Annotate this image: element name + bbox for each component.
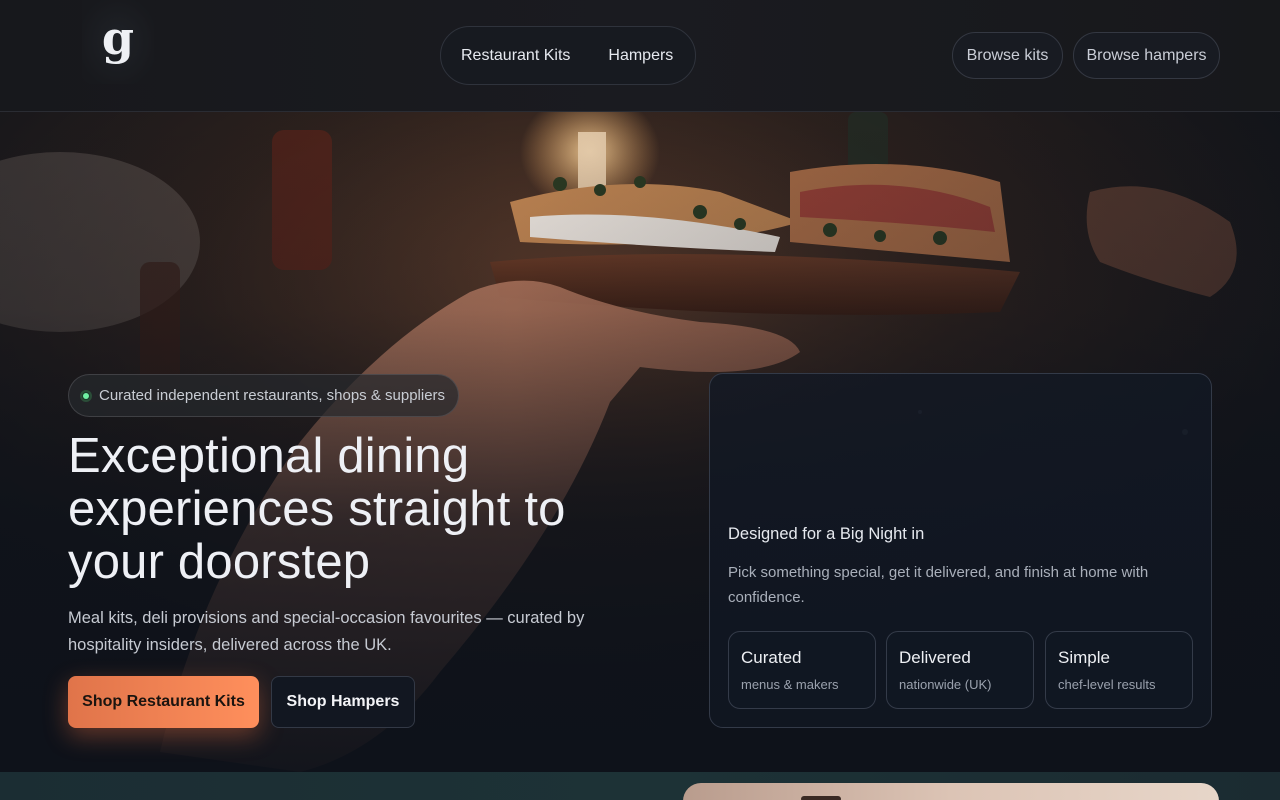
hero-subtitle: Meal kits, deli provisions and special-o… (68, 609, 585, 654)
status-dot-icon (80, 390, 92, 402)
next-section-image (683, 783, 1219, 800)
curated-badge: Curated independent restaurants, shops &… (68, 374, 460, 417)
stat-simple: Simple chef-level results (1045, 631, 1193, 709)
hero-title: Exceptional dining experiences straight … (68, 429, 566, 589)
stat-delivered: Delivered nationwide (UK) (886, 631, 1034, 709)
site-header: g Restaurant Kits Hampers Browse kits Br… (0, 0, 1280, 112)
stat-subtitle: chef-level results (1058, 677, 1156, 692)
shop-restaurant-kits-button[interactable]: Shop Restaurant Kits (68, 676, 259, 728)
stat-curated: Curated menus & makers (728, 631, 876, 709)
browse-kits-button[interactable]: Browse kits (952, 32, 1063, 79)
big-night-card: Designed for a Big Night in Pick somethi… (709, 373, 1212, 728)
stat-title: Simple (1058, 648, 1110, 667)
browse-hampers-button[interactable]: Browse hampers (1073, 32, 1220, 79)
shop-hampers-button[interactable]: Shop Hampers (271, 676, 415, 728)
main-nav: Restaurant Kits Hampers (440, 26, 696, 85)
card-body: Pick something special, get it delivered… (728, 564, 1149, 606)
brand-logo[interactable]: g (82, 0, 154, 84)
stat-title: Curated (741, 648, 802, 667)
badge-text: Curated independent restaurants, shops &… (99, 387, 446, 404)
nav-item-hampers[interactable]: Hampers (608, 47, 673, 65)
hero-section: Curated independent restaurants, shops &… (0, 112, 1280, 772)
stat-subtitle: menus & makers (741, 677, 839, 692)
stat-title: Delivered (899, 648, 971, 667)
stat-subtitle: nationwide (UK) (899, 677, 992, 692)
logo-letter: g (101, 11, 135, 65)
card-title: Designed for a Big Night in (728, 525, 925, 543)
nav-item-restaurant-kits[interactable]: Restaurant Kits (461, 47, 570, 65)
